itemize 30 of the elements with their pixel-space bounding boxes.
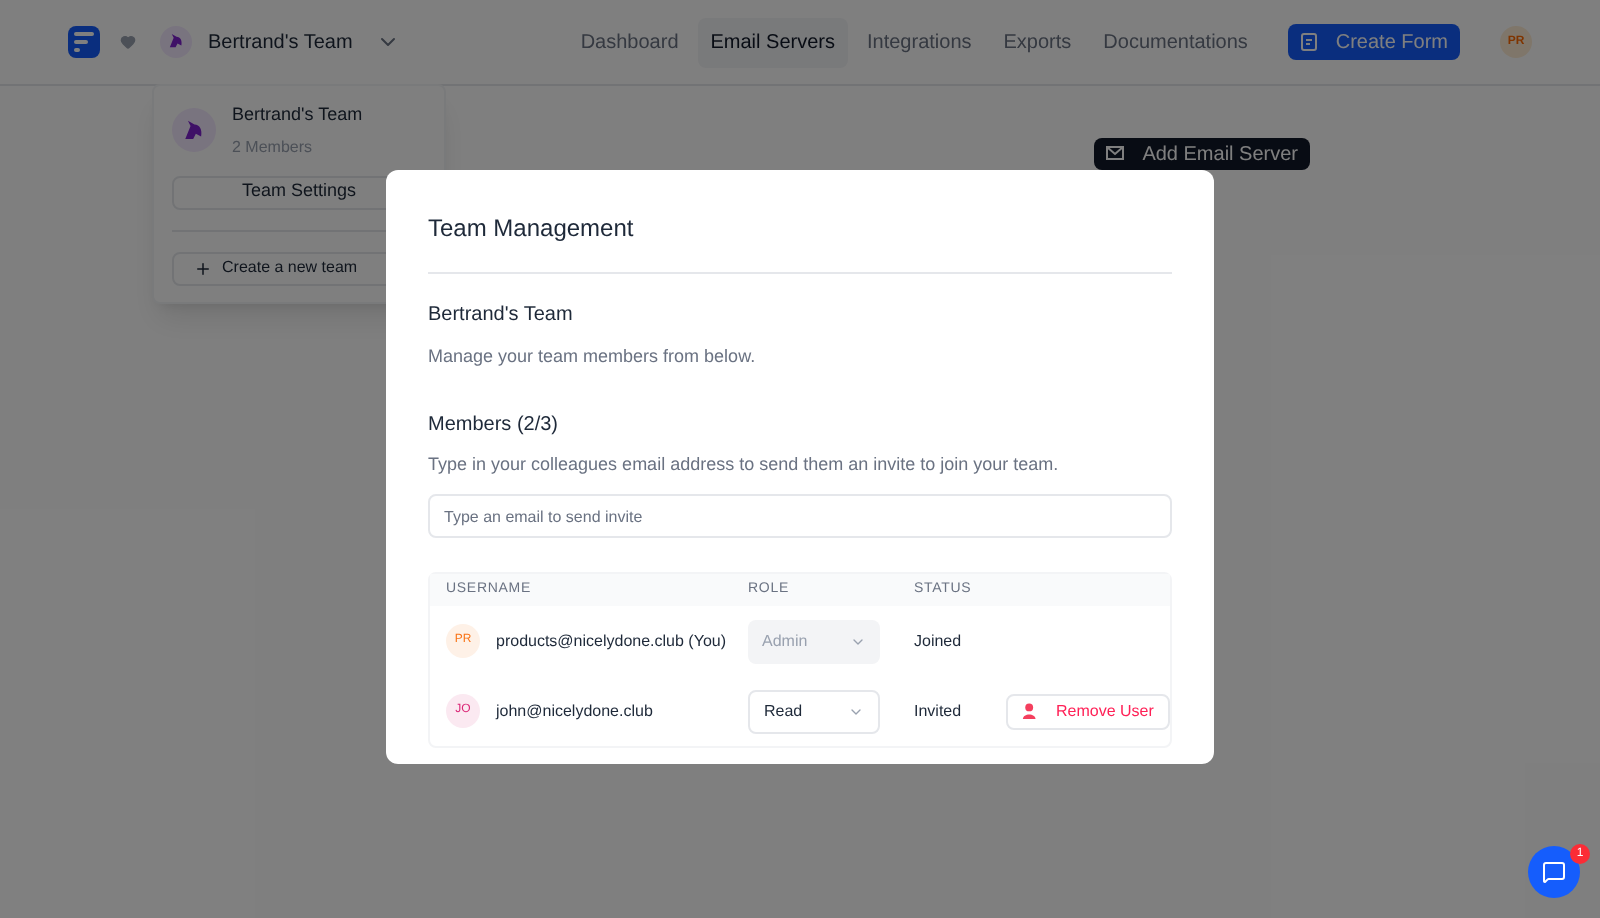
- heart-icon[interactable]: [120, 34, 136, 50]
- nav-tab[interactable]: Integrations: [855, 17, 984, 67]
- invite-email-field[interactable]: Type an email to send invite: [428, 494, 1172, 538]
- add-email-server-button[interactable]: Add Email Server: [1094, 138, 1310, 170]
- user-remove-icon: [1022, 702, 1040, 720]
- members-description: Type in your colleagues email address to send them an invite to join your team.: [428, 451, 1061, 478]
- nav-tab[interactable]: Exports: [991, 17, 1084, 67]
- member-status: Invited: [914, 699, 964, 723]
- role-select[interactable]: Read: [748, 689, 880, 733]
- form-icon: [1299, 32, 1320, 52]
- username: products@nicelydone.club (You): [496, 629, 727, 653]
- username: john@nicelydone.club: [496, 699, 653, 723]
- remove-user-button[interactable]: Remove User: [1006, 693, 1170, 729]
- nav-tab[interactable]: Documentations: [1091, 17, 1260, 67]
- members-heading: Members (2/3): [428, 411, 561, 439]
- nav-tab[interactable]: Email Servers: [698, 17, 847, 67]
- chat-button[interactable]: [1528, 846, 1580, 898]
- team-heading: Bertrand's Team: [428, 302, 575, 330]
- plus-icon: [194, 259, 212, 277]
- team-avatar: [172, 108, 216, 153]
- chat-icon: [1542, 860, 1566, 884]
- nav-tab[interactable]: Dashboard: [568, 17, 691, 67]
- member-status: Joined: [914, 629, 964, 653]
- dialog-title: Team Management: [428, 212, 636, 246]
- menu-team-name: Bertrand's Team: [232, 102, 363, 128]
- team-name[interactable]: Bertrand's Team: [208, 27, 353, 57]
- team-description: Manage your team members from below.: [428, 344, 758, 370]
- team-avatar: [160, 26, 192, 58]
- app-logo[interactable]: [68, 26, 100, 58]
- create-form-button[interactable]: Create Form: [1287, 24, 1460, 60]
